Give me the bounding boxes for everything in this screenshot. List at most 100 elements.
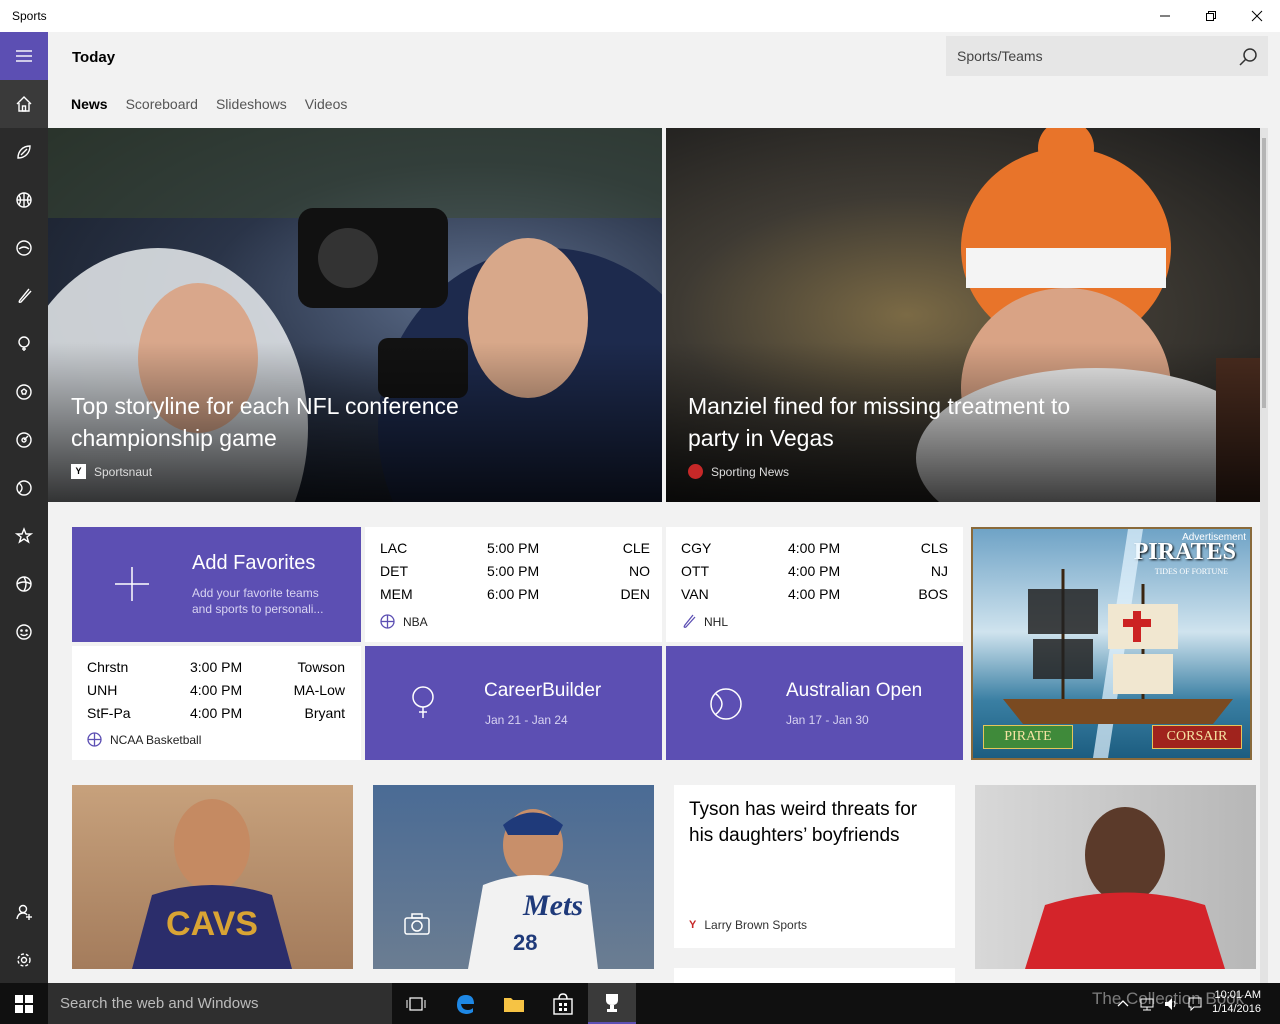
hamburger-menu-button[interactable]	[0, 32, 48, 80]
nav-racing[interactable]	[0, 416, 48, 464]
tab-news[interactable]: News	[71, 96, 108, 112]
nba-scores-tile[interactable]: LAC 5:00 PM CLE DET 5:00 PM NO MEM 6:00 …	[365, 527, 662, 642]
restore-icon	[1206, 11, 1216, 21]
ad-pirate-button[interactable]: PIRATE	[983, 725, 1073, 749]
home-team: DEN	[620, 586, 650, 602]
hero-source: Y Sportsnaut	[71, 464, 152, 479]
away-team: LAC	[380, 540, 408, 556]
nav-home[interactable]	[0, 80, 48, 128]
taskbar: The Collection Book 10:01 AM 1/14/2016	[0, 983, 1280, 1024]
fantasy-icon	[16, 624, 32, 640]
away-team: CGY	[681, 540, 712, 556]
system-clock[interactable]: 10:01 AM 1/14/2016	[1212, 988, 1261, 1016]
network-icon[interactable]	[1139, 996, 1155, 1012]
nav-golf[interactable]	[0, 320, 48, 368]
search-box[interactable]	[946, 36, 1268, 76]
task-view-button[interactable]	[392, 983, 440, 1024]
sports-app-button[interactable]	[588, 983, 636, 1024]
hero-story-nfl[interactable]: Top storyline for each NFL conference ch…	[48, 128, 662, 502]
baseball-player-photo	[1025, 807, 1225, 969]
taskbar-search[interactable]	[48, 983, 392, 1024]
search-input[interactable]	[946, 36, 1226, 76]
tab-bar: News Scoreboard Slideshows Videos	[71, 96, 365, 112]
nav-favorites[interactable]	[0, 512, 48, 560]
nav-settings[interactable]	[0, 936, 48, 984]
taskbar-search-input[interactable]	[48, 983, 392, 1024]
close-icon	[1251, 10, 1263, 22]
edge-button[interactable]	[441, 983, 489, 1024]
action-center-icon[interactable]	[1187, 996, 1203, 1012]
restore-button[interactable]	[1188, 0, 1234, 32]
game-time: 5:00 PM	[487, 540, 540, 556]
nhl-scores-tile[interactable]: CGY 4:00 PM CLS OTT 4:00 PM NJ VAN 4:00 …	[666, 527, 963, 642]
clock-date: 1/14/2016	[1212, 1003, 1261, 1015]
nav-hockey[interactable]	[0, 224, 48, 272]
photo-story-mets[interactable]: Mets 28	[373, 785, 654, 969]
basketball-icon	[87, 732, 102, 747]
minimize-button[interactable]	[1142, 0, 1188, 32]
task-view-icon	[406, 996, 426, 1011]
photo-story-cavs[interactable]: CAVS	[72, 785, 353, 969]
svg-text:Mets: Mets	[522, 889, 583, 922]
league-name: NBA	[403, 614, 428, 629]
search-icon[interactable]	[1238, 47, 1258, 67]
tab-slideshows[interactable]: Slideshows	[216, 96, 287, 112]
tab-scoreboard[interactable]: Scoreboard	[126, 96, 198, 112]
ad-corsair-button[interactable]: CORSAIR	[1152, 725, 1242, 749]
photo-story-baseball[interactable]	[975, 785, 1256, 969]
game-time: 6:00 PM	[487, 586, 540, 602]
hero-source: Sporting News	[688, 464, 789, 479]
nav-baseball[interactable]	[0, 272, 48, 320]
volume-icon[interactable]	[1163, 996, 1179, 1012]
text-story-tyson[interactable]: Tyson has weird threats for his daughter…	[674, 785, 955, 948]
hero-headline[interactable]: Manziel fined for missing treatment to p…	[688, 390, 1118, 454]
add-favorites-tile[interactable]: Add Favorites Add your favorite teams an…	[72, 527, 361, 642]
event-dates: Jan 17 - Jan 30	[786, 713, 869, 727]
svg-text:CAVS: CAVS	[166, 905, 258, 943]
home-team: Towson	[297, 659, 345, 675]
close-button[interactable]	[1234, 0, 1280, 32]
hamburger-icon	[16, 50, 32, 62]
hero-source-label: Sporting News	[711, 464, 790, 479]
league-label: NCAA Basketball	[87, 732, 201, 747]
nav-fantasy[interactable]	[0, 608, 48, 656]
event-tile-australian-open[interactable]: Australian Open Jan 17 - Jan 30	[666, 646, 963, 760]
settings-icon	[17, 953, 31, 967]
pirate-ship-illustration	[1003, 529, 1233, 758]
nav-basketball[interactable]	[0, 176, 48, 224]
away-team: DET	[380, 563, 408, 579]
store-icon	[553, 992, 573, 1015]
tab-videos[interactable]: Videos	[305, 96, 348, 112]
scrollbar[interactable]	[1260, 128, 1268, 983]
show-hidden-icons-icon[interactable]	[1115, 996, 1131, 1012]
league-label: NBA	[380, 614, 428, 629]
game-time: 3:00 PM	[190, 659, 243, 675]
story-source: Y Larry Brown Sports	[689, 918, 807, 932]
nav-tennis[interactable]	[0, 464, 48, 512]
league-label: NHL	[681, 614, 728, 629]
golf-icon	[412, 686, 434, 718]
windows-logo-icon	[15, 994, 33, 1013]
store-button[interactable]	[539, 983, 587, 1024]
hero-story-manziel[interactable]: Manziel fined for missing treatment to p…	[666, 128, 1268, 502]
nav-account[interactable]	[0, 888, 48, 936]
next-story-tile[interactable]	[674, 968, 955, 983]
plus-icon	[115, 567, 149, 601]
hero-headline[interactable]: Top storyline for each NFL conference ch…	[71, 390, 551, 454]
file-explorer-button[interactable]	[490, 983, 538, 1024]
basketball-icon	[380, 614, 395, 629]
nav-football[interactable]	[0, 128, 48, 176]
story-headline: Tyson has weird threats for his daughter…	[689, 799, 918, 846]
sporting-news-logo-icon	[688, 464, 703, 479]
start-button[interactable]	[0, 983, 48, 1024]
ncaa-scores-tile[interactable]: Chrstn 3:00 PM Towson UNH 4:00 PM MA-Low…	[72, 646, 361, 760]
scrollbar-thumb[interactable]	[1262, 138, 1266, 408]
cavs-player-photo: CAVS	[132, 799, 292, 969]
nav-more-sports[interactable]	[0, 560, 48, 608]
tennis-icon	[16, 480, 32, 496]
nav-soccer[interactable]	[0, 368, 48, 416]
page-title: Today	[72, 49, 116, 66]
advertisement-tile[interactable]: Advertisement PIRATES TIDES OF FORTUNE P…	[971, 527, 1252, 760]
event-title: Australian Open	[786, 680, 923, 701]
event-tile-careerbuilder[interactable]: CareerBuilder Jan 21 - Jan 24	[365, 646, 662, 760]
